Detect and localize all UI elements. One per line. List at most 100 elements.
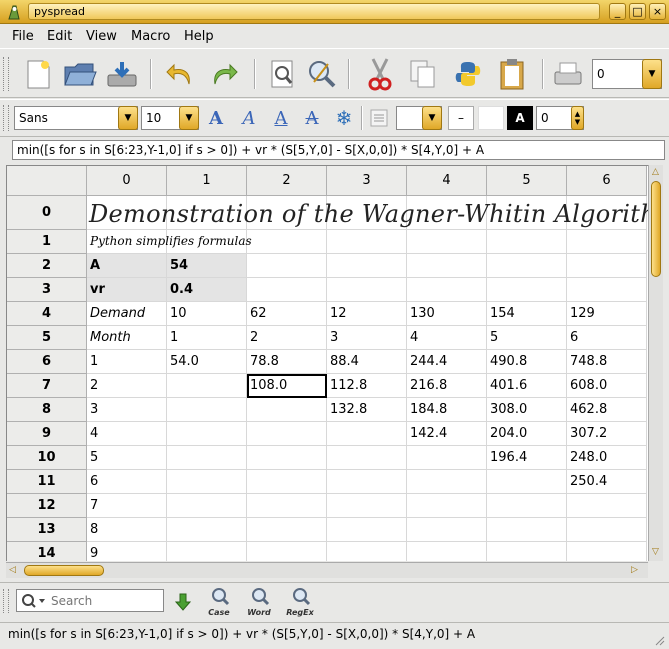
grid-cell[interactable]: 308.0: [487, 398, 567, 422]
border-style-button[interactable]: –: [448, 106, 474, 130]
horizontal-scroll-thumb[interactable]: [24, 565, 104, 576]
grid-cell[interactable]: vr: [87, 278, 167, 302]
line-color-button[interactable]: [478, 106, 504, 130]
row-header[interactable]: 12: [7, 494, 87, 518]
grid-cell[interactable]: [247, 278, 327, 302]
chevron-down-icon[interactable]: ▼: [422, 106, 442, 130]
grid-cell[interactable]: 250.4: [567, 470, 647, 494]
save-file-button[interactable]: [104, 56, 140, 92]
grid-cell[interactable]: [327, 518, 407, 542]
row-header[interactable]: 0: [7, 196, 87, 230]
grid-cell[interactable]: [327, 422, 407, 446]
background-color-combo[interactable]: ▼: [396, 106, 442, 130]
scroll-down-icon[interactable]: ▽: [652, 547, 659, 557]
grid-cell[interactable]: 5: [87, 446, 167, 470]
grid-cell[interactable]: 88.4: [327, 350, 407, 374]
row-header[interactable]: 13: [7, 518, 87, 542]
grid-cell[interactable]: 62: [247, 302, 327, 326]
grid-cell[interactable]: 8: [87, 518, 167, 542]
search-field[interactable]: [16, 589, 164, 612]
grid-cell[interactable]: 4: [87, 422, 167, 446]
grid-cell[interactable]: [247, 542, 327, 561]
row-header[interactable]: 5: [7, 326, 87, 350]
grid-cell[interactable]: [407, 518, 487, 542]
grid-cell[interactable]: [567, 254, 647, 278]
close-button[interactable]: ×: [649, 3, 666, 20]
bold-icon[interactable]: A: [203, 106, 229, 130]
grid-cell[interactable]: 748.8: [567, 350, 647, 374]
grid-cell[interactable]: [167, 398, 247, 422]
scroll-right-icon[interactable]: ▷: [631, 565, 638, 575]
grid-cell[interactable]: 1: [167, 326, 247, 350]
grid-cell[interactable]: [407, 494, 487, 518]
grid-cell[interactable]: 307.2: [567, 422, 647, 446]
vertical-scroll-thumb[interactable]: [651, 181, 661, 277]
grid-cell[interactable]: 0.4: [167, 278, 247, 302]
grid-cell[interactable]: [567, 494, 647, 518]
spreadsheet-grid[interactable]: 0 1 2 3 4 5 6 0 1 2 3 4 5 6 7 8 9 10 11 12 13 14 A 54 vr 0.4 Deman…: [6, 165, 648, 561]
column-header[interactable]: 6: [567, 166, 647, 196]
grid-cell[interactable]: [487, 542, 567, 561]
grid-cell[interactable]: 6: [567, 326, 647, 350]
grid-cell[interactable]: [487, 230, 567, 254]
grid-cell[interactable]: [327, 542, 407, 561]
grid-cell[interactable]: [407, 278, 487, 302]
grid-cell[interactable]: [327, 278, 407, 302]
grid-cell[interactable]: 5: [487, 326, 567, 350]
minimize-button[interactable]: _: [609, 3, 626, 20]
grid-cell[interactable]: 78.8: [247, 350, 327, 374]
grid-cell[interactable]: [327, 254, 407, 278]
grid-cell[interactable]: [247, 422, 327, 446]
grid-cell[interactable]: 154: [487, 302, 567, 326]
grid-cell[interactable]: 54.0: [167, 350, 247, 374]
redo-button[interactable]: [206, 56, 242, 92]
font-size-combo[interactable]: 10 ▼: [141, 106, 199, 130]
row-header[interactable]: 1: [7, 230, 87, 254]
grid-cell[interactable]: 184.8: [407, 398, 487, 422]
grid-cell[interactable]: A: [87, 254, 167, 278]
row-header[interactable]: 4: [7, 302, 87, 326]
grid-cell[interactable]: 12: [327, 302, 407, 326]
grid-cell[interactable]: [407, 470, 487, 494]
grid-cell[interactable]: [327, 494, 407, 518]
copy-results-button[interactable]: [450, 56, 486, 92]
grid-cell[interactable]: [167, 374, 247, 398]
row-header[interactable]: 7: [7, 374, 87, 398]
undo-button[interactable]: [162, 56, 198, 92]
grid-cell[interactable]: [167, 470, 247, 494]
toolbar-grip[interactable]: [3, 589, 9, 613]
grid-cell[interactable]: 204.0: [487, 422, 567, 446]
row-header[interactable]: 3: [7, 278, 87, 302]
column-header[interactable]: 1: [167, 166, 247, 196]
row-header[interactable]: 10: [7, 446, 87, 470]
grid-cell[interactable]: [247, 230, 327, 254]
grid-cell[interactable]: 401.6: [487, 374, 567, 398]
grid-cell[interactable]: [407, 254, 487, 278]
font-combo[interactable]: Sans ▼: [14, 106, 138, 130]
new-file-button[interactable]: [20, 56, 56, 92]
grid-cell[interactable]: [407, 446, 487, 470]
toolbar-grip[interactable]: [3, 105, 9, 131]
grid-cell[interactable]: [487, 470, 567, 494]
grid-cell[interactable]: [487, 518, 567, 542]
grid-cell[interactable]: 132.8: [327, 398, 407, 422]
grid-cell[interactable]: 196.4: [487, 446, 567, 470]
search-go-button[interactable]: [170, 589, 196, 615]
paste-button[interactable]: [494, 56, 530, 92]
grid-cell[interactable]: [407, 230, 487, 254]
grid-cell[interactable]: 7: [87, 494, 167, 518]
column-header[interactable]: 5: [487, 166, 567, 196]
cut-button[interactable]: [362, 56, 398, 92]
grid-cell[interactable]: 9: [87, 542, 167, 561]
column-header[interactable]: 3: [327, 166, 407, 196]
grid-cell[interactable]: [487, 494, 567, 518]
search-case-toggle[interactable]: Case: [203, 587, 235, 617]
zoom-combo[interactable]: 0 ▼: [592, 59, 662, 89]
grid-cell[interactable]: [167, 494, 247, 518]
chevron-down-icon[interactable]: ▼: [179, 106, 199, 130]
row-header[interactable]: 2: [7, 254, 87, 278]
horizontal-scrollbar[interactable]: ◁ ▷: [6, 562, 648, 578]
grid-cell[interactable]: [327, 446, 407, 470]
grid-cell[interactable]: [407, 542, 487, 561]
grid-cell[interactable]: 10: [167, 302, 247, 326]
